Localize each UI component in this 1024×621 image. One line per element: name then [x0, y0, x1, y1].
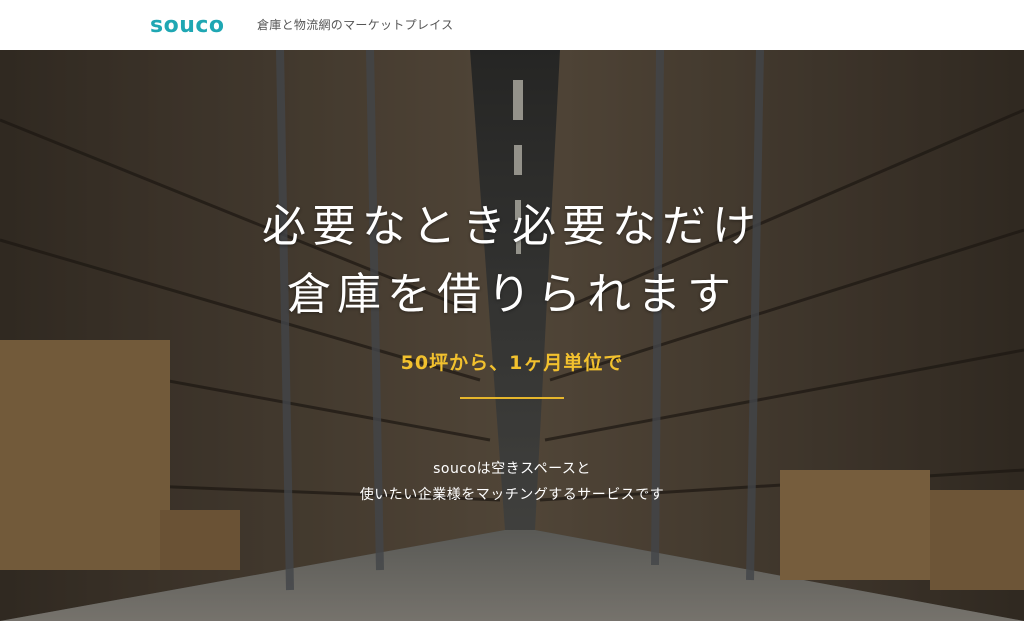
souco-logo[interactable]: souco [150, 13, 225, 38]
hero-accent-text: 50坪から、1ヶ月単位で [400, 352, 624, 374]
hero-description-line2: 使いたい企業様をマッチングするサービスです [359, 487, 665, 503]
image-dark-overlay [0, 50, 1024, 621]
hero-description-line1: soucoは空きスペースと [433, 461, 591, 477]
site-header: souco 倉庫と物流網のマーケットプレイス [0, 0, 1024, 50]
hero-headline-line2: 倉庫を借りられます [287, 269, 737, 320]
header-tagline: 倉庫と物流網のマーケットプレイス [257, 18, 454, 32]
hero-section: 必要なとき必要なだけ 倉庫を借りられます 50坪から、1ヶ月単位で soucoは… [0, 50, 1024, 621]
hero-headline-line1: 必要なとき必要なだけ [262, 201, 762, 252]
hero-divider [460, 397, 564, 399]
